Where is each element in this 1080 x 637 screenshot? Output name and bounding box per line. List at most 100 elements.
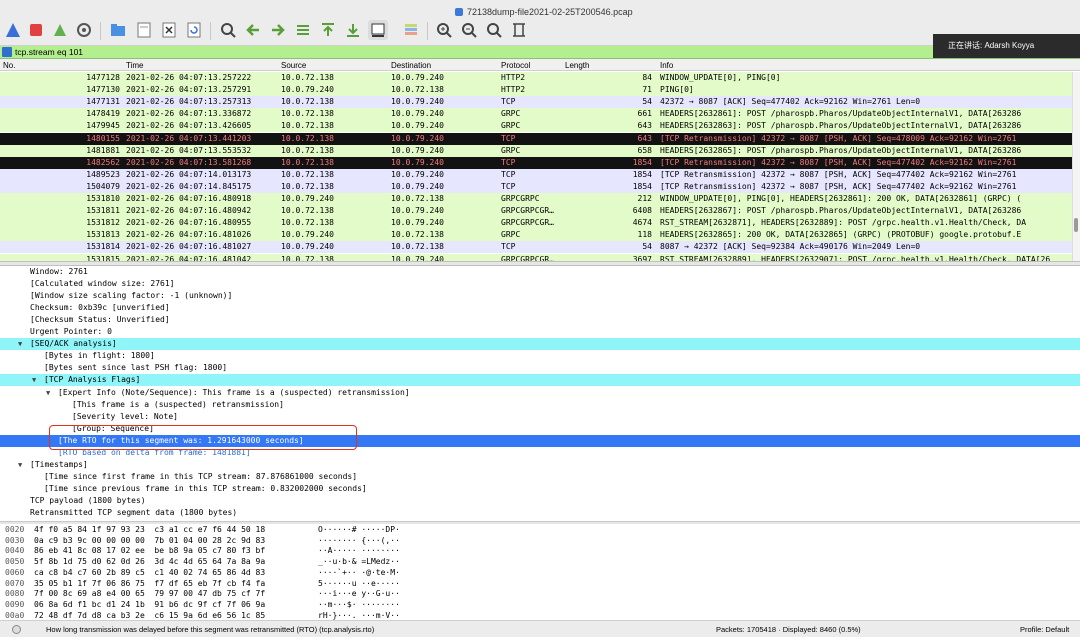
reload-file-icon[interactable] (184, 20, 204, 40)
expand-triangle-icon[interactable]: ▼ (18, 338, 22, 350)
packet-cell-source: 10.0.72.138 (281, 157, 334, 167)
packet-details-pane[interactable]: Window: 2761 [Calculated window size: 276… (0, 266, 1080, 521)
packet-row[interactable]: 1531814 2021-02-26 04:07:16.481027 10.0.79… (0, 241, 1072, 254)
packet-cell-source: 10.0.72.138 (281, 73, 334, 82)
resize-columns-icon[interactable] (509, 20, 529, 40)
packet-cell-info: RST_STREAM[2632889], HEADERS[2632907]: P… (660, 254, 1051, 262)
column-header-destination[interactable]: Destination (391, 61, 431, 70)
zoom-out-icon[interactable] (459, 20, 479, 40)
packet-cell-no: 1478419 (86, 109, 120, 119)
packet-row[interactable]: 1504079 2021-02-26 04:07:14.845175 10.0.72… (0, 180, 1072, 193)
column-header-no[interactable]: No. (3, 61, 15, 70)
display-filter-input[interactable]: tcp.stream eq 101 (15, 47, 83, 57)
normal-size-icon[interactable] (484, 20, 504, 40)
detail-tree-item[interactable]: [Window size scaling factor: -1 (unknown… (0, 290, 1080, 302)
expand-triangle-icon[interactable]: ▼ (18, 459, 22, 471)
go-forward-icon[interactable] (268, 20, 288, 40)
detail-tree-item[interactable]: [Bytes in flight: 1800] (0, 350, 1080, 362)
packet-list-scroll-thumb[interactable] (1074, 218, 1078, 232)
packet-row[interactable]: 1489523 2021-02-26 04:07:14.013173 10.0.72… (0, 168, 1072, 181)
save-file-icon[interactable] (134, 20, 154, 40)
detail-tree-item[interactable]: ▼ [Timestamps] (0, 459, 1080, 471)
detail-tree-item[interactable]: Checksum: 0xb39c [unverified] (0, 302, 1080, 314)
detail-tree-item[interactable]: [Calculated window size: 2761] (0, 278, 1080, 290)
packet-cell-time: 2021-02-26 04:07:13.257291 (126, 85, 252, 95)
detail-tree-item[interactable]: [Severity level: Note] (0, 411, 1080, 423)
column-header-time[interactable]: Time (126, 61, 143, 70)
packet-row[interactable]: 1481881 2021-02-26 04:07:13.553532 10.0.72… (0, 144, 1072, 157)
capture-options-icon[interactable] (74, 20, 94, 40)
restart-capture-icon[interactable] (50, 20, 70, 40)
detail-tree-label: Window: 2761 (30, 267, 88, 276)
packet-row[interactable]: 1531810 2021-02-26 04:07:16.480918 10.0.79… (0, 193, 1072, 206)
packet-cell-protocol: GRPCGRPCGR… (501, 254, 554, 262)
first-packet-icon[interactable] (318, 20, 338, 40)
autoscroll-icon[interactable] (368, 20, 388, 40)
packet-cell-length: 1854 (632, 157, 652, 167)
colorize-icon[interactable] (401, 20, 421, 40)
last-packet-icon[interactable] (343, 20, 363, 40)
column-header-source[interactable]: Source (281, 61, 306, 70)
detail-tree-item[interactable]: Window: 2761 (0, 266, 1080, 278)
detail-tree-item[interactable]: TCP payload (1800 bytes) (0, 495, 1080, 507)
packet-row[interactable]: 1531813 2021-02-26 04:07:16.481026 10.0.79… (0, 229, 1072, 242)
bookmark-filter-icon[interactable] (2, 47, 12, 57)
hex-ascii: ····`+·· ·@·te·M· (318, 567, 400, 577)
expand-triangle-icon[interactable]: ▼ (46, 387, 50, 399)
packet-row[interactable]: 1531812 2021-02-26 04:07:16.480955 10.0.72… (0, 217, 1072, 230)
packet-cell-length: 643 (637, 133, 652, 143)
packet-cell-destination: 10.0.79.240 (391, 133, 444, 143)
column-header-info[interactable]: Info (660, 61, 673, 70)
packet-cell-destination: 10.0.72.138 (391, 230, 444, 240)
packet-cell-protocol: TCP (501, 181, 516, 191)
detail-tree-item[interactable]: Retransmitted TCP segment data (1800 byt… (0, 507, 1080, 519)
packet-cell-destination: 10.0.79.240 (391, 73, 444, 82)
detail-tree-label: [Time since previous frame in this TCP s… (44, 483, 367, 493)
expand-triangle-icon[interactable]: ▼ (32, 374, 36, 386)
packet-row[interactable]: 1531815 2021-02-26 04:07:16.481042 10.0.72… (0, 253, 1072, 262)
zoom-in-icon[interactable] (434, 20, 454, 40)
detail-tree-item[interactable]: ▼ [TCP Analysis Flags] (0, 374, 1080, 387)
packet-cell-no: 1531810 (86, 194, 120, 203)
column-header-length[interactable]: Length (565, 61, 589, 70)
detail-tree-item[interactable]: [Checksum Status: Unverified] (0, 314, 1080, 326)
packet-row[interactable]: 1479945 2021-02-26 04:07:13.426605 10.0.72… (0, 120, 1072, 133)
detail-tree-item[interactable]: [This frame is a (suspected) retransmiss… (0, 399, 1080, 411)
status-field-hint: How long transmission was delayed before… (46, 625, 375, 634)
detail-tree-item[interactable]: [Time since previous frame in this TCP s… (0, 483, 1080, 495)
status-profile[interactable]: Profile: Default (1020, 625, 1069, 634)
packet-list[interactable]: No. Time Source Destination Protocol Len… (0, 59, 1080, 261)
packet-row[interactable]: 1482562 2021-02-26 04:07:13.581268 10.0.72… (0, 156, 1072, 169)
packet-cell-length: 54 (642, 242, 652, 252)
close-file-icon[interactable] (159, 20, 179, 40)
column-header-protocol[interactable]: Protocol (501, 61, 530, 70)
go-back-icon[interactable] (243, 20, 263, 40)
expert-info-icon[interactable] (12, 625, 21, 634)
display-filter-bar[interactable]: tcp.stream eq 101 (0, 46, 1080, 59)
shark-start-icon[interactable] (3, 20, 23, 40)
packet-row[interactable]: 1477130 2021-02-26 04:07:13.257291 10.0.79… (0, 84, 1072, 97)
go-to-packet-icon[interactable] (293, 20, 313, 40)
packet-bytes-pane[interactable]: 0020 4f f0 a5 84 1f 97 93 23 c3 a1 cc e7 … (0, 524, 1080, 620)
detail-tree-item[interactable]: [Time since first frame in this TCP stre… (0, 471, 1080, 483)
packet-row[interactable]: 1531811 2021-02-26 04:07:16.480942 10.0.72… (0, 205, 1072, 218)
find-packet-icon[interactable] (218, 20, 238, 40)
packet-cell-info: [TCP Retransmission] 42372 → 8087 [PSH, … (660, 181, 1017, 191)
packet-cell-source: 10.0.72.138 (281, 121, 334, 131)
detail-tree-item[interactable]: ▼ [Expert Info (Note/Sequence): This fram… (0, 387, 1080, 399)
packet-cell-protocol: GRPCGRPCGR… (501, 206, 554, 216)
packet-list-scrollbar[interactable] (1072, 72, 1080, 261)
detail-tree-item[interactable]: ▼ [SEQ/ACK analysis] (0, 338, 1080, 351)
stop-capture-icon[interactable] (26, 20, 46, 40)
packet-row[interactable]: 1477128 2021-02-26 04:07:13.257222 10.0.72… (0, 72, 1072, 85)
open-file-icon[interactable] (108, 20, 128, 40)
packet-cell-destination: 10.0.72.138 (391, 242, 444, 252)
detail-tree-item[interactable]: Urgent Pointer: 0 (0, 326, 1080, 338)
detail-tree-item[interactable]: [Bytes sent since last PSH flag: 1800] (0, 362, 1080, 374)
packet-row[interactable]: 1477131 2021-02-26 04:07:13.257313 10.0.72… (0, 96, 1072, 109)
packet-cell-time: 2021-02-26 04:07:13.336872 (126, 109, 252, 119)
packet-row[interactable]: 1478419 2021-02-26 04:07:13.336872 10.0.72… (0, 108, 1072, 121)
packet-list-header: No. Time Source Destination Protocol Len… (0, 59, 1080, 71)
hex-offset: 0030 (5, 535, 25, 545)
packet-row[interactable]: 1480155 2021-02-26 04:07:13.441203 10.0.72… (0, 132, 1072, 145)
